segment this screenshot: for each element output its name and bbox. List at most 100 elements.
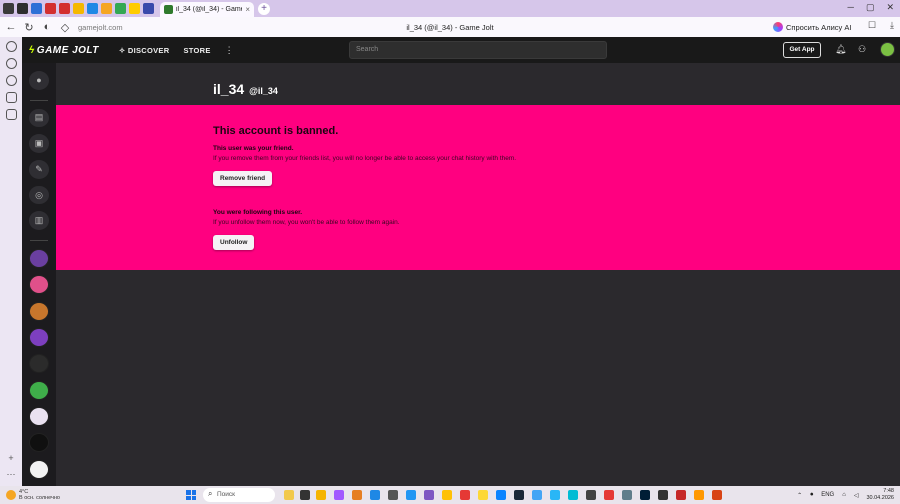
gamejolt-logo[interactable]: ϟ GAME JOLT <box>29 45 99 56</box>
steam-icon[interactable] <box>514 490 524 500</box>
address-bar[interactable]: gamejolt.com <box>78 23 123 32</box>
reload-icon[interactable]: ↻ <box>22 21 36 34</box>
bookmark-icon[interactable]: ☐ <box>868 20 876 31</box>
friends-icon[interactable]: ⚇ <box>858 44 866 55</box>
taskbar-app-icon[interactable] <box>352 490 362 500</box>
yandex-icon[interactable]: ◐ <box>40 21 54 33</box>
taskbar-app-icon[interactable] <box>370 490 380 500</box>
taskbar-app-icon[interactable] <box>388 490 398 500</box>
taskbar-search[interactable]: Поиск <box>203 487 275 502</box>
tab-favicon[interactable] <box>31 3 42 14</box>
notes-icon[interactable] <box>5 109 17 120</box>
store-icon[interactable]: ▤ <box>29 108 49 128</box>
play-icon[interactable] <box>5 58 17 69</box>
alice-panel-icon[interactable] <box>5 41 17 52</box>
hammer-icon[interactable]: ✎ <box>29 160 49 179</box>
taskbar-app-icon[interactable] <box>568 490 578 500</box>
lang-indicator[interactable]: ENG <box>821 492 834 498</box>
community-avatar[interactable] <box>29 328 49 347</box>
taskbar-app-icon[interactable] <box>622 490 632 500</box>
taskbar-app-icon[interactable] <box>694 490 704 500</box>
community-avatar[interactable] <box>29 301 49 321</box>
messenger-icon[interactable] <box>5 75 17 86</box>
taskbar-app-icon[interactable] <box>334 490 344 500</box>
store-link[interactable]: STORE <box>183 46 210 55</box>
tab-favicon[interactable] <box>17 3 28 14</box>
taskbar-app-icon[interactable] <box>712 490 722 500</box>
taskbar-app-icon[interactable] <box>658 490 668 500</box>
tab-favicon[interactable] <box>115 3 126 14</box>
side-panel-bottom: + ⋯ <box>7 453 16 480</box>
new-tab-button[interactable]: + <box>258 2 270 15</box>
opera-icon[interactable] <box>604 490 614 500</box>
taskbar-app-icon[interactable] <box>532 490 542 500</box>
network-icon[interactable]: ⌂ <box>842 492 846 498</box>
ask-alice-button[interactable]: Спросить Алису AI <box>773 20 851 34</box>
taskbar-app-icon[interactable] <box>300 490 310 500</box>
active-tab[interactable]: il_34 (@il_34) - Game Jo × <box>160 2 254 17</box>
yandex-browser-icon[interactable] <box>460 490 470 500</box>
bag-icon[interactable]: ▣ <box>29 134 49 154</box>
community-avatar[interactable] <box>29 407 49 426</box>
chat-icon[interactable]: ◎ <box>29 185 49 205</box>
taskbar-app-icon[interactable] <box>676 490 686 500</box>
taskbar-app-icon[interactable] <box>586 490 596 500</box>
tray-chevron-icon[interactable]: ⌃ <box>797 492 802 499</box>
photoshop-icon[interactable] <box>640 490 650 500</box>
notifications-bell-icon[interactable]: 🔔︎ <box>835 44 846 55</box>
library-icon[interactable]: ▥ <box>29 211 49 231</box>
mic-icon[interactable]: ⏺ <box>810 492 813 499</box>
unfollow-button[interactable]: Unfollow <box>213 235 255 250</box>
taskbar-app-icon[interactable] <box>478 490 488 500</box>
tab-favicon[interactable] <box>129 3 140 14</box>
taskbar-app-icon[interactable] <box>550 490 560 500</box>
tab-favicon[interactable] <box>73 3 84 14</box>
tab-favicon[interactable] <box>59 3 70 14</box>
search-input[interactable]: Search <box>349 41 607 59</box>
friend-heading: This user was your friend. <box>213 145 294 152</box>
community-avatar[interactable] <box>29 249 49 268</box>
taskbar-app-icon[interactable] <box>406 490 416 500</box>
community-avatar[interactable] <box>29 433 49 453</box>
gamejolt-logo-text: GAME JOLT <box>36 44 99 56</box>
back-icon[interactable]: ← <box>4 21 18 33</box>
minimize-icon[interactable]: ─ <box>848 2 854 13</box>
start-button[interactable] <box>186 490 196 500</box>
tab-favicon[interactable] <box>101 3 112 14</box>
profile-handle: @il_34 <box>249 86 278 96</box>
maximize-icon[interactable]: ▢ <box>866 2 875 13</box>
edge-icon[interactable] <box>496 490 506 500</box>
user-avatar[interactable] <box>880 42 895 57</box>
community-avatar[interactable] <box>29 354 49 374</box>
taskbar-app-icon[interactable] <box>442 490 452 500</box>
friend-text: If you remove them from your friends lis… <box>213 155 517 162</box>
community-avatar[interactable] <box>29 380 49 400</box>
more-icon[interactable]: ⋯ <box>7 469 16 480</box>
clock[interactable]: 7:48 30.04.2026 <box>866 488 894 502</box>
tab-favicon[interactable] <box>45 3 56 14</box>
discover-link[interactable]: ✧ DISCOVER <box>119 46 170 55</box>
volume-icon[interactable]: ◁ <box>854 492 859 499</box>
weather-widget[interactable]: 4°C В осн. солнечно <box>6 489 60 501</box>
download-icon[interactable]: ⤓ <box>890 20 894 31</box>
close-tab-icon[interactable]: × <box>245 5 250 14</box>
file-explorer-icon[interactable] <box>316 490 326 500</box>
more-menu-icon[interactable]: ⋮ <box>225 45 234 56</box>
home-icon[interactable]: ● <box>29 71 49 90</box>
calendar-icon[interactable] <box>5 92 17 103</box>
tab-favicon[interactable] <box>3 3 14 14</box>
taskbar-app-icon[interactable] <box>424 490 434 500</box>
rail-divider <box>30 240 48 242</box>
get-app-button[interactable]: Get App <box>783 42 821 58</box>
banned-title: This account is banned. <box>213 125 339 137</box>
shield-icon[interactable]: ◇ <box>58 21 72 34</box>
taskbar-app-icon[interactable] <box>284 490 294 500</box>
remove-friend-button[interactable]: Remove friend <box>213 171 273 186</box>
tab-favicon[interactable] <box>87 3 98 14</box>
community-avatar[interactable] <box>29 459 49 479</box>
tab-favicon[interactable] <box>143 3 154 14</box>
close-window-icon[interactable]: ✕ <box>886 2 894 13</box>
clock-time: 7:48 <box>883 488 894 494</box>
community-avatar[interactable] <box>29 275 49 295</box>
add-panel-icon[interactable]: + <box>8 453 13 463</box>
